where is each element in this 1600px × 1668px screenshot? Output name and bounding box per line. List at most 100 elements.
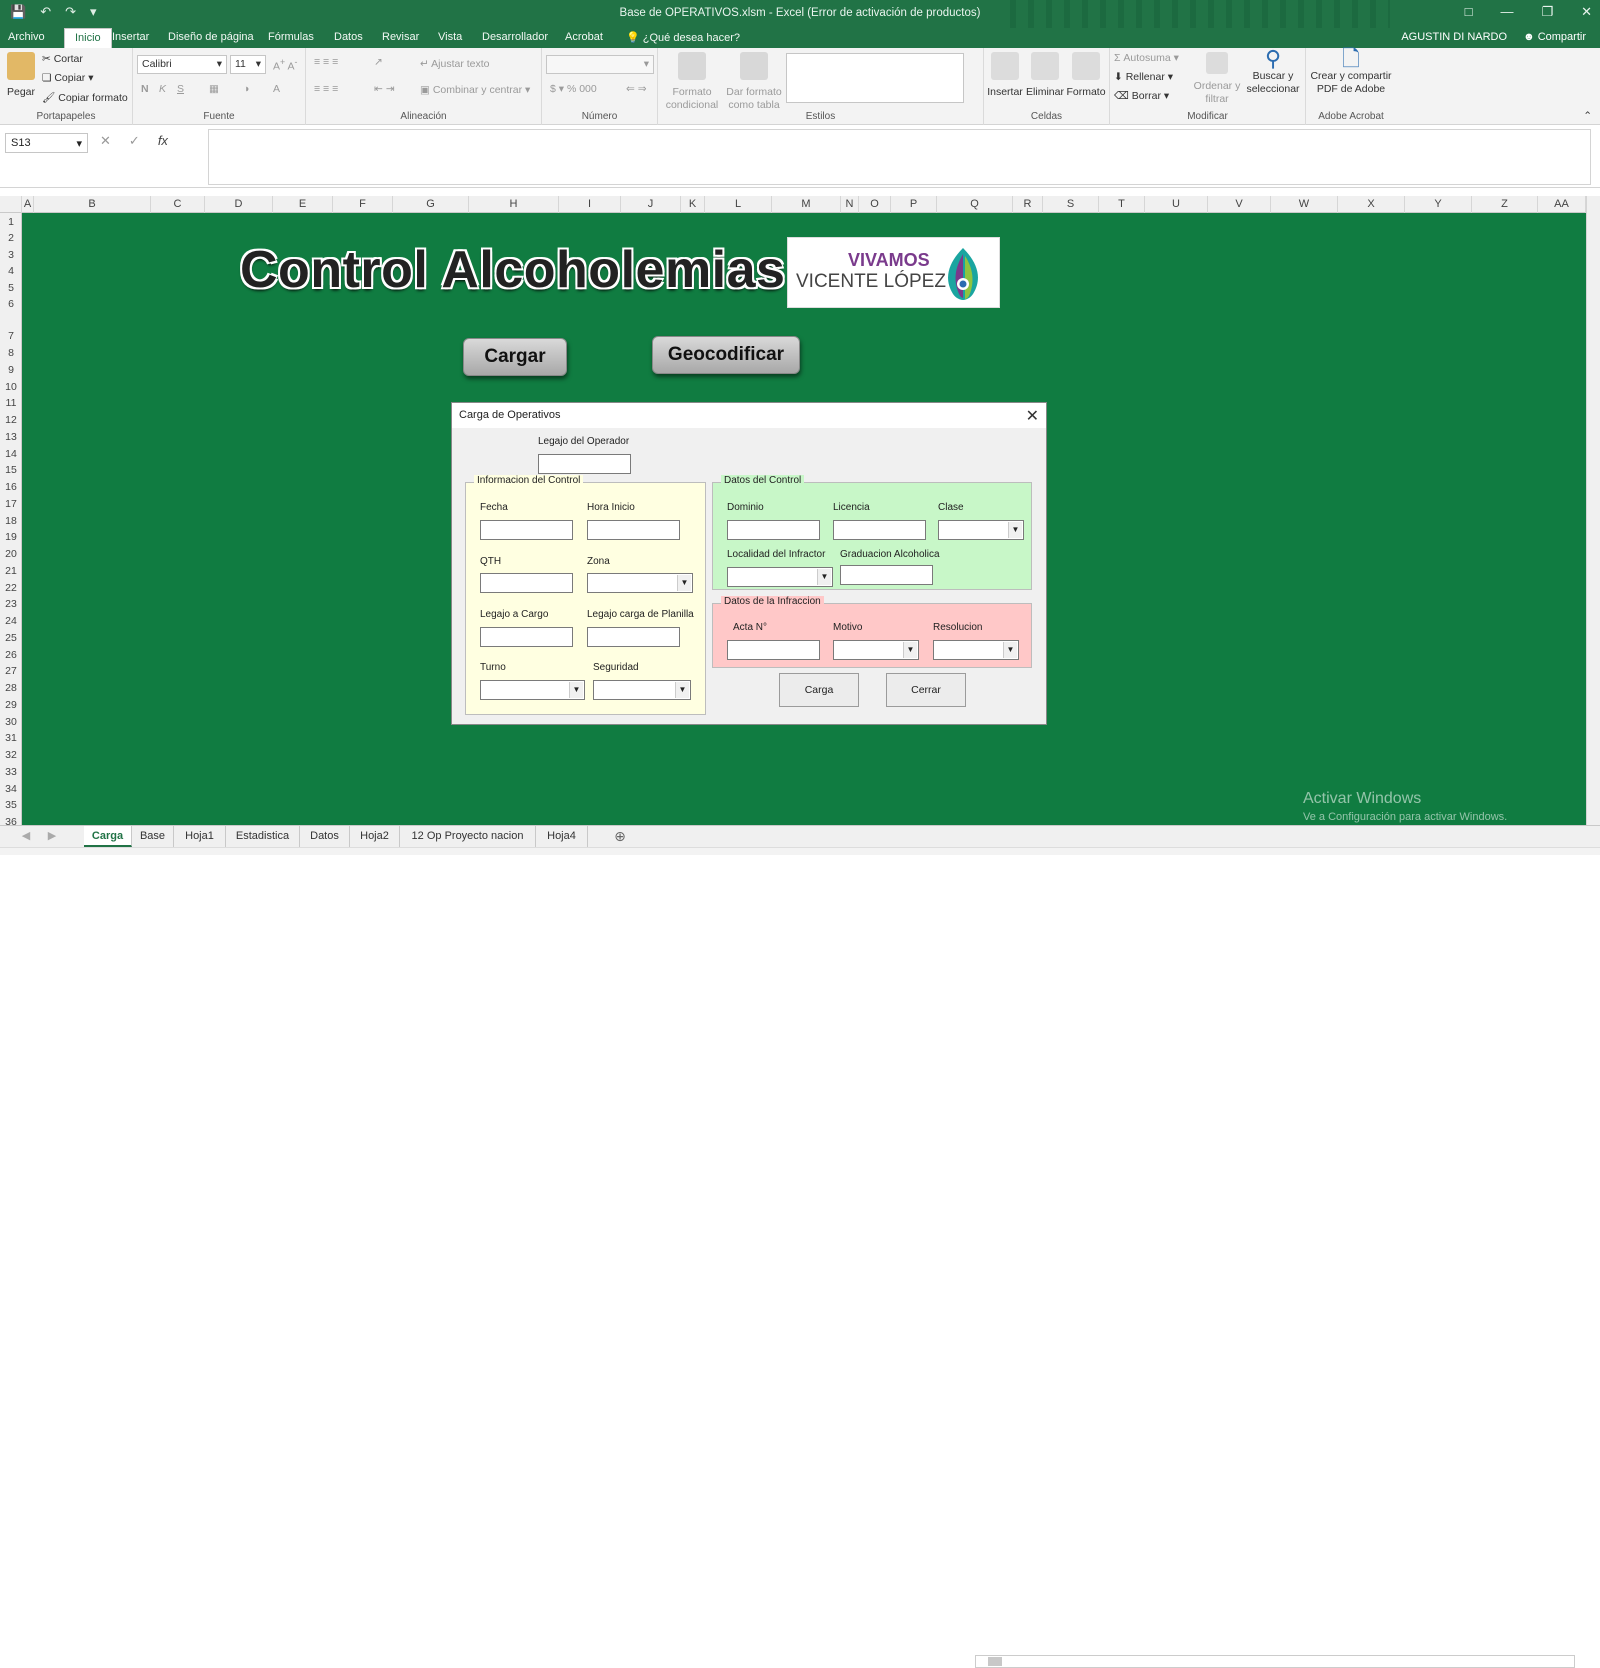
delete-cells-button[interactable]: Eliminar xyxy=(1026,52,1064,99)
column-header[interactable]: V xyxy=(1208,196,1271,213)
enter-icon[interactable]: ✓ xyxy=(129,133,140,149)
maximize-icon[interactable]: ❐ xyxy=(1541,4,1553,20)
conditional-format-button[interactable]: Formato condicional xyxy=(662,52,722,112)
borders-icon[interactable]: ▦ xyxy=(209,83,219,95)
column-header[interactable]: E xyxy=(273,196,333,213)
row-header[interactable]: 32 xyxy=(0,749,22,761)
clase-select[interactable]: ▼ xyxy=(938,520,1024,540)
orientation-icon[interactable]: ↗ xyxy=(374,56,383,68)
collapse-ribbon-icon[interactable]: ⌃ xyxy=(1583,110,1592,122)
column-header[interactable]: W xyxy=(1271,196,1338,213)
next-sheet-icon[interactable]: ▶ xyxy=(42,826,62,847)
row-header[interactable]: 30 xyxy=(0,716,22,728)
fill-button[interactable]: ⬇ Rellenar ▾ xyxy=(1114,71,1173,83)
format-painter-button[interactable]: 🖌 Copiar formato xyxy=(42,91,128,104)
fecha-input[interactable] xyxy=(480,520,573,540)
cargar-button[interactable]: Cargar xyxy=(463,338,567,376)
row-header[interactable]: 24 xyxy=(0,615,22,627)
sheet-tab-datos[interactable]: Datos xyxy=(300,826,350,847)
legajo-operador-input[interactable] xyxy=(538,454,631,474)
localidad-select[interactable]: ▼ xyxy=(727,567,833,587)
select-all-corner[interactable] xyxy=(0,196,22,213)
column-header[interactable]: Y xyxy=(1405,196,1472,213)
name-box[interactable]: S13 ▾ xyxy=(5,133,88,153)
column-header[interactable]: O xyxy=(859,196,891,213)
row-header[interactable]: 34 xyxy=(0,783,22,795)
tab-revisar[interactable]: Revisar xyxy=(378,30,423,44)
row-header[interactable]: 10 xyxy=(0,381,22,393)
column-header[interactable]: C xyxy=(151,196,205,213)
row-header[interactable]: 15 xyxy=(0,464,22,476)
sheet-tab-carga[interactable]: Carga xyxy=(84,826,132,847)
user-name[interactable]: AGUSTIN DI NARDO xyxy=(1401,31,1507,43)
copy-button[interactable]: ❏ Copiar ▾ xyxy=(42,72,93,84)
column-header[interactable]: L xyxy=(705,196,772,213)
sheet-tab-hoja1[interactable]: Hoja1 xyxy=(174,826,226,847)
column-header[interactable]: Q xyxy=(937,196,1013,213)
legajo-cargo-input[interactable] xyxy=(480,627,573,647)
dialog-close-icon[interactable]: ✕ xyxy=(1026,406,1039,426)
seguridad-select[interactable]: ▼ xyxy=(593,680,691,700)
column-header[interactable]: H xyxy=(469,196,559,213)
horizontal-scroll-thumb[interactable] xyxy=(988,1657,1002,1666)
column-header[interactable]: T xyxy=(1099,196,1145,213)
row-header[interactable]: 19 xyxy=(0,531,22,543)
column-header[interactable]: AA xyxy=(1538,196,1586,213)
row-header[interactable]: 28 xyxy=(0,682,22,694)
legajo-planilla-input[interactable] xyxy=(587,627,680,647)
ribbon-display-icon[interactable]: □ xyxy=(1465,4,1473,20)
cerrar-button[interactable]: Cerrar xyxy=(886,673,966,707)
indent-icon[interactable]: ⇤ ⇥ xyxy=(374,83,395,95)
decimal-icon[interactable]: ⇐ ⇒ xyxy=(626,83,647,95)
clear-button[interactable]: ⌫ Borrar ▾ xyxy=(1114,90,1169,102)
merge-center-button[interactable]: ▣ Combinar y centrar ▾ xyxy=(420,84,530,96)
tell-me-search[interactable]: 💡 ¿Qué desea hacer? xyxy=(622,30,744,45)
horizontal-scrollbar[interactable] xyxy=(975,1655,1575,1668)
share-button[interactable]: ☻ Compartir xyxy=(1523,31,1586,43)
column-header[interactable]: J xyxy=(621,196,681,213)
font-color-icon[interactable]: A xyxy=(273,83,280,95)
tab-diseno[interactable]: Diseño de página xyxy=(164,30,258,44)
format-cells-button[interactable]: Formato xyxy=(1066,52,1106,99)
row-header[interactable]: 29 xyxy=(0,699,22,711)
resolucion-select[interactable]: ▼ xyxy=(933,640,1019,660)
sheet-tab-hoja2[interactable]: Hoja2 xyxy=(350,826,400,847)
insert-cells-button[interactable]: Insertar xyxy=(986,52,1024,99)
italic-icon[interactable]: K xyxy=(159,83,166,95)
column-header[interactable]: S xyxy=(1043,196,1099,213)
format-as-table-button[interactable]: Dar formato como tabla xyxy=(724,52,784,112)
acta-input[interactable] xyxy=(727,640,820,660)
turno-select[interactable]: ▼ xyxy=(480,680,585,700)
cell-styles-gallery[interactable] xyxy=(786,53,964,103)
hora-inicio-input[interactable] xyxy=(587,520,680,540)
tab-datos[interactable]: Datos xyxy=(330,30,367,44)
sheet-tab-base[interactable]: Base xyxy=(132,826,174,847)
cancel-icon[interactable]: ✕ xyxy=(100,133,111,149)
row-header[interactable]: 25 xyxy=(0,632,22,644)
column-header[interactable]: X xyxy=(1338,196,1405,213)
align-top-icon[interactable]: ≡ ≡ ≡ xyxy=(314,56,338,68)
column-header[interactable]: A xyxy=(22,196,34,213)
number-format-combo[interactable]: ▾ xyxy=(546,55,654,74)
prev-sheet-icon[interactable]: ◀ xyxy=(16,826,36,847)
column-header[interactable]: G xyxy=(393,196,469,213)
column-header[interactable]: U xyxy=(1145,196,1208,213)
row-header[interactable]: 16 xyxy=(0,481,22,493)
row-header[interactable]: 20 xyxy=(0,548,22,560)
zona-select[interactable]: ▼ xyxy=(587,573,693,593)
tab-acrobat[interactable]: Acrobat xyxy=(561,30,607,44)
row-header[interactable]: 14 xyxy=(0,448,22,460)
row-header[interactable]: 13 xyxy=(0,431,22,443)
align-left-icon[interactable]: ≡ ≡ ≡ xyxy=(314,83,338,95)
row-header[interactable]: 22 xyxy=(0,582,22,594)
row-header[interactable]: 27 xyxy=(0,665,22,677)
geocodificar-button[interactable]: Geocodificar xyxy=(652,336,800,374)
paste-button[interactable]: Pegar xyxy=(6,52,36,99)
row-header[interactable]: 1 xyxy=(0,216,22,228)
column-header[interactable]: I xyxy=(559,196,621,213)
column-header[interactable]: K xyxy=(681,196,705,213)
sheet-tab-hoja4[interactable]: Hoja4 xyxy=(536,826,588,847)
column-header[interactable]: D xyxy=(205,196,273,213)
row-header[interactable]: 11 xyxy=(0,397,22,409)
row-header[interactable]: 3 xyxy=(0,249,22,261)
